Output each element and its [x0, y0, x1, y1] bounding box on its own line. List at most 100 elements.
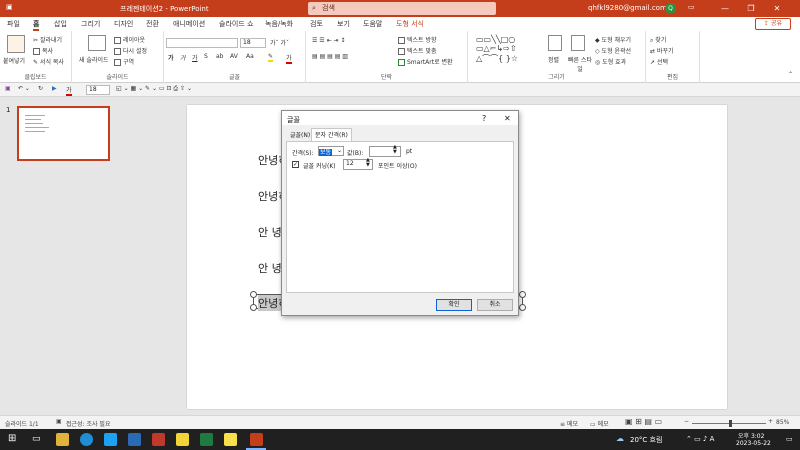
save-icon[interactable]: ▣: [5, 85, 11, 92]
slide-thumbnail[interactable]: [17, 106, 110, 161]
resize-handle[interactable]: [519, 291, 526, 298]
tray-icons[interactable]: ⌃ ▭ ♪ A: [686, 435, 714, 443]
grow-font-icon[interactable]: 가ˆ 가ˇ: [270, 38, 289, 47]
account-email[interactable]: qhfkl9280@gmail.com: [588, 4, 667, 12]
dialog-close-button[interactable]: ✕: [504, 114, 511, 123]
tab-slideshow[interactable]: 슬라이드 쇼: [219, 17, 253, 31]
ribbon-display-icon[interactable]: ▭: [688, 3, 695, 11]
kakaotalk-icon[interactable]: [224, 433, 237, 446]
qat-shape-icon[interactable]: ◱ ⌄ ▦ ⌄ ✎ ⌄ ▭ ⊡ ⎙ ⇧ ⌄: [116, 85, 192, 93]
help-button[interactable]: ?: [482, 114, 486, 123]
align-text-button[interactable]: 텍스트 맞춤: [398, 46, 437, 55]
shapes-gallery[interactable]: ▭▭╲╲□○ ▭△⌐↳⇨⇧ △⌒⌒{ }☆: [476, 35, 518, 64]
file-explorer-icon[interactable]: [56, 433, 69, 446]
align-icons[interactable]: ▤ ▤ ▤ ▤ ▥: [312, 53, 348, 60]
slide-text-line[interactable]: 안 녕: [258, 260, 282, 276]
tab-help[interactable]: 도움말: [363, 17, 382, 31]
avatar[interactable]: Q: [665, 3, 676, 14]
text-direction-button[interactable]: 텍스트 방향: [398, 35, 437, 44]
comments-button[interactable]: ▭ 메모: [590, 419, 609, 428]
qat-font-color-icon[interactable]: 가: [66, 85, 72, 96]
kerning-label[interactable]: 글꼴 커닝(K): [303, 161, 336, 170]
app-icon[interactable]: [152, 433, 165, 446]
spacing-select[interactable]: 보통 ⌄: [318, 146, 344, 156]
tab-file[interactable]: 파일: [7, 17, 20, 31]
format-painter-button[interactable]: ✎ 서식 복사: [33, 57, 64, 66]
tab-review[interactable]: 검토: [310, 17, 323, 31]
task-view-icon[interactable]: ▭: [32, 434, 41, 444]
section-button[interactable]: 구역: [114, 57, 134, 66]
windows-start-icon[interactable]: ⊞: [8, 433, 16, 444]
start-from-beginning-icon[interactable]: ▶: [52, 85, 57, 92]
quick-styles-button[interactable]: 빠른 스타일: [566, 55, 594, 73]
kerning-spinner-icon[interactable]: ▲ ▼: [366, 158, 370, 168]
accessibility-status[interactable]: 접근성: 조사 필요: [66, 419, 110, 428]
excel-icon[interactable]: [200, 433, 213, 446]
select-button[interactable]: ➚ 선택: [650, 57, 668, 66]
bold-icon[interactable]: 가: [168, 53, 174, 62]
powerpoint-icon[interactable]: [250, 433, 263, 446]
close-button[interactable]: ✕: [766, 0, 788, 17]
change-case-icon[interactable]: Aa: [246, 53, 254, 60]
shape-outline-button[interactable]: ◇ 도형 윤곽선: [595, 46, 631, 55]
font-color-icon[interactable]: 가: [286, 53, 292, 64]
new-slide-button[interactable]: 새 슬라이드: [79, 55, 109, 64]
resize-handle[interactable]: [250, 291, 257, 298]
undo-icon[interactable]: ↶ ⌄: [18, 85, 30, 92]
weather-text[interactable]: 20°C 흐림: [630, 435, 662, 445]
paste-button[interactable]: 붙여넣기: [3, 56, 25, 65]
zoom-level[interactable]: 85%: [776, 419, 789, 426]
weather-icon[interactable]: ☁: [616, 434, 624, 443]
tab-animations[interactable]: 애니메이션: [173, 17, 205, 31]
tab-record[interactable]: 녹음/녹화: [265, 17, 293, 31]
tab-view[interactable]: 보기: [337, 17, 350, 31]
zoom-in-icon[interactable]: +: [768, 418, 773, 425]
notification-icon[interactable]: ▭: [786, 435, 793, 443]
tab-character-spacing[interactable]: 문자 간격(R): [311, 128, 352, 141]
edge-icon[interactable]: [80, 433, 93, 446]
tab-transitions[interactable]: 전환: [146, 17, 159, 31]
smartart-button[interactable]: SmartArt로 변환: [398, 57, 453, 66]
arrange-icon[interactable]: [548, 35, 562, 51]
resize-handle[interactable]: [519, 304, 526, 311]
kerning-checkbox[interactable]: ✓: [292, 161, 299, 168]
clock-date[interactable]: 2023-05-22: [736, 440, 771, 447]
notes-button[interactable]: ≡ 메모: [560, 419, 578, 428]
arrange-button[interactable]: 정렬: [548, 55, 559, 64]
twitter-icon[interactable]: [104, 433, 117, 446]
sticky-notes-icon[interactable]: [176, 433, 189, 446]
underline-icon[interactable]: 가: [192, 53, 198, 62]
tab-insert[interactable]: 삽입: [54, 17, 67, 31]
italic-icon[interactable]: 가: [180, 53, 186, 62]
replace-button[interactable]: ⇄ 바꾸기: [650, 46, 674, 55]
cut-button[interactable]: ✂ 잘라내기: [33, 35, 62, 44]
zoom-out-icon[interactable]: −: [684, 418, 689, 425]
layout-button[interactable]: 레이아웃: [114, 35, 145, 44]
ok-button[interactable]: 확인: [436, 299, 472, 311]
clock-time[interactable]: 오후 3:02: [738, 431, 764, 440]
font-size-field[interactable]: 18: [240, 38, 266, 48]
tab-shape-format[interactable]: 도형 서식: [396, 17, 424, 31]
minimize-button[interactable]: —: [714, 0, 736, 17]
maximize-button[interactable]: ❐: [740, 0, 762, 17]
quick-styles-icon[interactable]: [571, 35, 585, 51]
copy-button[interactable]: 복사: [33, 46, 53, 55]
font-name-field[interactable]: [166, 38, 238, 48]
autosave-icon[interactable]: ▣: [6, 3, 13, 11]
tab-draw[interactable]: 그리기: [81, 17, 100, 31]
search-box[interactable]: ⌕ 검색: [308, 2, 496, 15]
tab-home[interactable]: 홈: [33, 17, 40, 31]
shape-effects-button[interactable]: ◎ 도형 효과: [595, 57, 626, 66]
tab-font[interactable]: 글꼴(N): [287, 130, 313, 141]
find-button[interactable]: ⌕ 찾기: [650, 35, 666, 45]
tab-design[interactable]: 디자인: [114, 17, 133, 31]
reset-button[interactable]: 다시 설정: [114, 46, 147, 55]
paste-icon[interactable]: [7, 35, 25, 53]
store-icon[interactable]: [128, 433, 141, 446]
qat-font-size[interactable]: 18: [86, 85, 110, 95]
new-slide-icon[interactable]: [88, 35, 106, 51]
shape-fill-button[interactable]: ◆ 도형 채우기: [595, 35, 631, 44]
proofing-icon[interactable]: ▣: [56, 418, 62, 425]
highlight-icon[interactable]: ✎: [268, 53, 274, 62]
cancel-button[interactable]: 취소: [477, 299, 513, 311]
